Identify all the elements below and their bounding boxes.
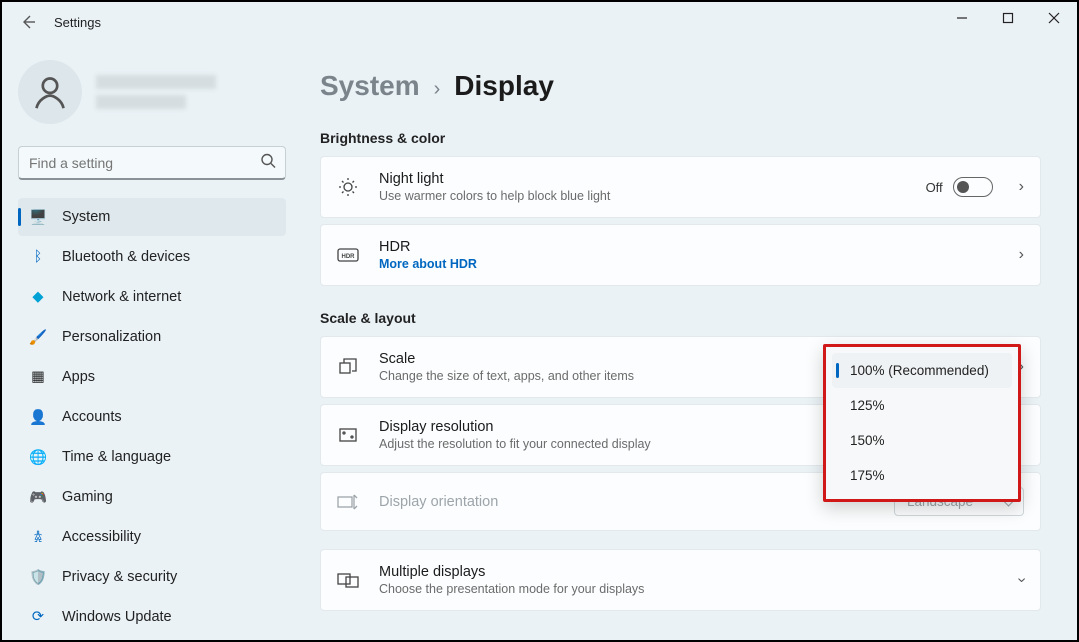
- window-title: Settings: [54, 15, 101, 30]
- card-title: Multiple displays: [379, 564, 993, 580]
- nav-system[interactable]: 🖥️ System: [18, 198, 286, 236]
- person-icon: 👤: [28, 407, 48, 427]
- accessibility-icon: 𖠋: [28, 527, 48, 547]
- nav-label: Network & internet: [62, 289, 181, 305]
- globe-icon: 🌐: [28, 447, 48, 467]
- card-desc: Choose the presentation mode for your di…: [379, 582, 993, 596]
- update-icon: ⟳: [28, 607, 48, 627]
- chevron-right-icon: ›: [434, 78, 441, 101]
- minimize-button[interactable]: [939, 2, 985, 34]
- nav-label: Time & language: [62, 449, 171, 465]
- card-multiple[interactable]: Multiple displays Choose the presentatio…: [320, 549, 1041, 611]
- nav-label: Apps: [62, 369, 95, 385]
- profile-block[interactable]: [18, 60, 286, 124]
- resolution-icon: [335, 425, 361, 445]
- nav-label: Privacy & security: [62, 569, 177, 585]
- chevron-down-icon: ›: [1012, 577, 1030, 582]
- nav-personalization[interactable]: 🖌️ Personalization: [18, 318, 286, 356]
- breadcrumb: System › Display: [320, 70, 1041, 102]
- shield-icon: 🛡️: [28, 567, 48, 587]
- chevron-right-icon: ›: [1019, 246, 1024, 264]
- breadcrumb-parent[interactable]: System: [320, 70, 420, 102]
- close-button[interactable]: [1031, 2, 1077, 34]
- card-desc: Adjust the resolution to fit your connec…: [379, 437, 876, 451]
- hdr-icon: HDR: [335, 248, 361, 262]
- section-scale: Scale & layout: [320, 310, 1041, 326]
- card-title: Display orientation: [379, 494, 876, 510]
- window-controls: [939, 2, 1077, 34]
- gamepad-icon: 🎮: [28, 487, 48, 507]
- nav-network[interactable]: ◆ Network & internet: [18, 278, 286, 316]
- nav-gaming[interactable]: 🎮 Gaming: [18, 478, 286, 516]
- search-icon: [260, 153, 276, 174]
- scale-option[interactable]: 150%: [832, 423, 1012, 458]
- profile-name-redacted: [96, 75, 216, 109]
- nav-label: Personalization: [62, 329, 161, 345]
- toggle-track: [953, 177, 993, 197]
- nav-apps[interactable]: ▦ Apps: [18, 358, 286, 396]
- wifi-icon: ◆: [28, 287, 48, 307]
- avatar: [18, 60, 82, 124]
- system-icon: 🖥️: [28, 207, 48, 227]
- nav-accessibility[interactable]: 𖠋 Accessibility: [18, 518, 286, 556]
- nav-label: System: [62, 209, 110, 225]
- nav-accounts[interactable]: 👤 Accounts: [18, 398, 286, 436]
- section-brightness: Brightness & color: [320, 130, 1041, 146]
- nightlight-toggle[interactable]: Off: [926, 177, 993, 197]
- nav-list: 🖥️ System ᛒ Bluetooth & devices ◆ Network &…: [18, 198, 286, 636]
- nav-privacy[interactable]: 🛡️ Privacy & security: [18, 558, 286, 596]
- page-title: Display: [454, 70, 554, 102]
- sidebar: 🖥️ System ᛒ Bluetooth & devices ◆ Network &…: [2, 42, 302, 640]
- content-pane: System › Display Brightness & color Nigh…: [302, 42, 1077, 640]
- scale-option[interactable]: 125%: [832, 388, 1012, 423]
- nav-time[interactable]: 🌐 Time & language: [18, 438, 286, 476]
- card-title: Display resolution: [379, 419, 876, 435]
- multiple-icon: [335, 571, 361, 589]
- title-bar: Settings: [2, 2, 1077, 42]
- search-input[interactable]: [18, 146, 286, 180]
- nightlight-icon: [335, 177, 361, 197]
- scale-dropdown[interactable]: 100% (Recommended) 125% 150% 175%: [823, 344, 1021, 502]
- nav-label: Accessibility: [62, 529, 141, 545]
- nav-label: Windows Update: [62, 609, 172, 625]
- nav-label: Gaming: [62, 489, 113, 505]
- scale-icon: [335, 357, 361, 377]
- search-box[interactable]: [18, 146, 286, 180]
- svg-text:HDR: HDR: [342, 254, 356, 260]
- nav-bluetooth[interactable]: ᛒ Bluetooth & devices: [18, 238, 286, 276]
- back-button[interactable]: [14, 8, 42, 36]
- toggle-state: Off: [926, 180, 943, 195]
- orientation-icon: [335, 494, 361, 510]
- hdr-link[interactable]: More about HDR: [379, 257, 993, 271]
- chevron-right-icon: ›: [1019, 178, 1024, 196]
- nav-label: Accounts: [62, 409, 122, 425]
- card-title: Night light: [379, 171, 908, 187]
- nav-label: Bluetooth & devices: [62, 249, 190, 265]
- scale-option[interactable]: 100% (Recommended): [832, 353, 1012, 388]
- card-hdr[interactable]: HDR HDR More about HDR ›: [320, 224, 1041, 286]
- nav-update[interactable]: ⟳ Windows Update: [18, 598, 286, 636]
- card-night-light[interactable]: Night light Use warmer colors to help bl…: [320, 156, 1041, 218]
- brush-icon: 🖌️: [28, 327, 48, 347]
- apps-icon: ▦: [28, 367, 48, 387]
- bluetooth-icon: ᛒ: [28, 247, 48, 267]
- scale-option[interactable]: 175%: [832, 458, 1012, 493]
- maximize-button[interactable]: [985, 2, 1031, 34]
- card-title: HDR: [379, 239, 993, 255]
- card-desc: Use warmer colors to help block blue lig…: [379, 189, 908, 203]
